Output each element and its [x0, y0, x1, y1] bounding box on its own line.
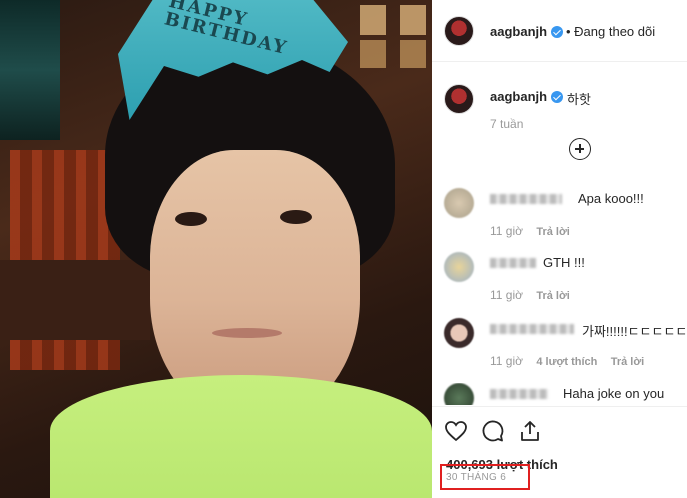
- background-window: [360, 5, 386, 35]
- commenter-name-blurred[interactable]: [490, 324, 574, 334]
- caption-time[interactable]: 7 tuần: [490, 117, 523, 131]
- comment-text: Apa kooo!!!: [578, 191, 644, 206]
- post-photo[interactable]: HAPPY BIRTHDAY: [0, 0, 432, 498]
- comment-text: Haha joke on you: [563, 386, 665, 401]
- background-table: [0, 260, 150, 340]
- commenter-avatar[interactable]: [444, 383, 474, 405]
- person-shirt: [50, 375, 432, 498]
- heart-icon[interactable]: [444, 419, 468, 443]
- comment-meta: 11 giờ Trả lời: [490, 224, 580, 238]
- verified-badge-icon: [551, 26, 563, 38]
- commenter-name-blurred[interactable]: [490, 389, 548, 399]
- comment-meta: 11 giờ 4 lượt thích Trả lời: [490, 354, 654, 368]
- post-actions: 400,693 lượt thích 30 THÁNG 6: [432, 406, 687, 498]
- share-icon[interactable]: [518, 419, 542, 443]
- caption-text: 하핫: [567, 92, 591, 107]
- comment-like-count[interactable]: 4 lượt thích: [536, 356, 597, 368]
- background-window: [400, 40, 426, 68]
- commenter-name-blurred[interactable]: [490, 258, 536, 268]
- person-eye: [280, 210, 312, 224]
- verified-badge-icon: [551, 91, 563, 103]
- background-window: [400, 5, 426, 35]
- caption-avatar[interactable]: [444, 84, 474, 114]
- follow-status[interactable]: • Đang theo dõi: [566, 24, 655, 39]
- comment-meta: 11 giờ Trả lời: [490, 288, 580, 302]
- person-eye: [175, 212, 207, 226]
- commenter-avatar[interactable]: [444, 318, 474, 348]
- post-header: aagbanjh • Đang theo dõi: [432, 0, 687, 62]
- background-shelf: [0, 0, 60, 140]
- comment-text: GTH !!!: [543, 255, 585, 270]
- header-username[interactable]: aagbanjh: [490, 24, 547, 39]
- reply-button[interactable]: Trả lời: [536, 226, 570, 238]
- comment-item: 가짜!!!!!!ㄷㄷㄷㄷㄷ 11 giờ 4 lượt thích Trả lờ…: [432, 318, 687, 382]
- reply-button[interactable]: Trả lời: [611, 356, 645, 368]
- caption-username[interactable]: aagbanjh: [490, 89, 547, 104]
- commenter-avatar[interactable]: [444, 252, 474, 282]
- load-more-comments-icon[interactable]: [569, 138, 591, 160]
- person-mouth: [212, 328, 282, 338]
- comment-time[interactable]: 11 giờ: [490, 288, 523, 302]
- comment-item: Apa kooo!!! 11 giờ Trả lời: [432, 188, 687, 252]
- commenter-avatar[interactable]: [444, 188, 474, 218]
- comment-item: Haha joke on you: [432, 383, 687, 405]
- reply-button[interactable]: Trả lời: [536, 290, 570, 302]
- post-side-panel: aagbanjh • Đang theo dõi aagbanjh 하핫 7 t…: [432, 0, 687, 498]
- avatar[interactable]: [444, 16, 474, 46]
- comment-time[interactable]: 11 giờ: [490, 224, 523, 238]
- commenter-name-blurred[interactable]: [490, 194, 562, 204]
- comment-time[interactable]: 11 giờ: [490, 354, 523, 368]
- post-date[interactable]: 30 THÁNG 6: [446, 472, 506, 483]
- background-window: [360, 40, 386, 68]
- comment-text: 가짜!!!!!!ㄷㄷㄷㄷㄷ: [582, 324, 687, 339]
- comment-item: GTH !!! 11 giờ Trả lời: [432, 252, 687, 316]
- comment-icon[interactable]: [481, 419, 505, 443]
